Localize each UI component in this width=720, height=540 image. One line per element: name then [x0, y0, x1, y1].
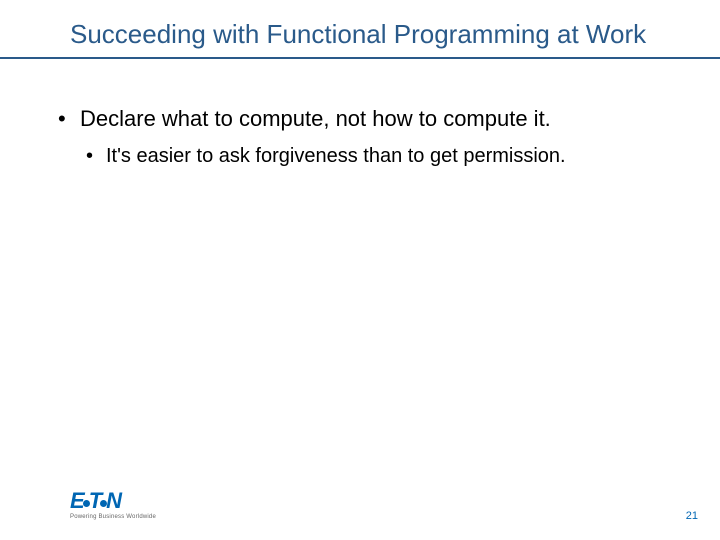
logo-tagline: Powering Business Worldwide: [70, 514, 156, 520]
bullet-item: Declare what to compute, not how to comp…: [50, 104, 670, 171]
bullet-text: Declare what to compute, not how to comp…: [80, 106, 551, 131]
sub-bullet-item: It's easier to ask forgiveness than to g…: [80, 143, 670, 170]
eaton-logo: ETN Powering Business Worldwide: [70, 490, 156, 520]
title-block: Succeeding with Functional Programming a…: [0, 0, 720, 59]
sub-bullet-text: It's easier to ask forgiveness than to g…: [106, 145, 566, 167]
slide-title: Succeeding with Functional Programming a…: [70, 18, 670, 51]
slide: Succeeding with Functional Programming a…: [0, 0, 720, 540]
bullet-list: Declare what to compute, not how to comp…: [50, 104, 670, 171]
sub-bullet-list: It's easier to ask forgiveness than to g…: [80, 143, 670, 170]
page-number: 21: [686, 510, 698, 522]
footer: ETN Powering Business Worldwide 21: [0, 480, 720, 540]
content-area: Declare what to compute, not how to comp…: [0, 59, 720, 171]
logo-wordmark: ETN: [70, 490, 156, 512]
